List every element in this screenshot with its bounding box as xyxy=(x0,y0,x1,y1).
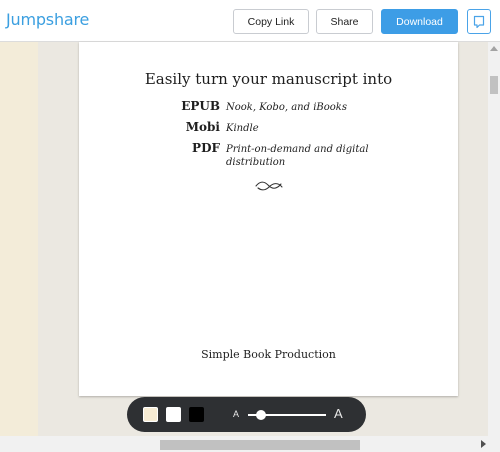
reader-toolbar: A A xyxy=(127,397,366,432)
format-description: Nook, Kobo, and iBooks xyxy=(226,102,347,113)
copy-link-button[interactable]: Copy Link xyxy=(233,9,309,34)
vertical-scroll-thumb[interactable] xyxy=(490,76,498,94)
scroll-right-arrow-icon[interactable] xyxy=(481,440,486,448)
left-margin-strip xyxy=(0,42,38,436)
sepia-theme-swatch[interactable] xyxy=(143,407,158,422)
black-theme-swatch[interactable] xyxy=(189,407,204,422)
format-name: PDF xyxy=(192,141,220,155)
font-size-large-label[interactable]: A xyxy=(334,406,343,421)
top-bar: Jumpshare Copy Link Share Download xyxy=(0,0,500,42)
page-footer: Simple Book Production xyxy=(201,348,336,361)
jumpshare-logo[interactable]: Jumpshare xyxy=(6,10,89,29)
horizontal-scroll-thumb[interactable] xyxy=(160,440,360,450)
font-size-small-label[interactable]: A xyxy=(233,409,239,419)
scroll-up-arrow-icon[interactable] xyxy=(490,46,498,51)
comment-icon xyxy=(473,15,485,28)
format-description: Print-on-demand and digital distribution xyxy=(226,144,369,168)
format-description: Kindle xyxy=(226,123,259,134)
vertical-scrollbar[interactable] xyxy=(488,42,500,436)
download-button[interactable]: Download xyxy=(381,9,458,34)
document-page: Easily turn your manuscript into EPUB No… xyxy=(79,42,458,396)
flourish-ornament xyxy=(255,181,283,191)
format-name: Mobi xyxy=(185,120,220,134)
font-size-slider-knob[interactable] xyxy=(256,410,266,420)
comment-button[interactable] xyxy=(467,9,491,34)
share-button[interactable]: Share xyxy=(316,9,373,34)
page-title: Easily turn your manuscript into xyxy=(144,70,393,88)
white-theme-swatch[interactable] xyxy=(166,407,181,422)
format-name: EPUB xyxy=(181,99,220,113)
